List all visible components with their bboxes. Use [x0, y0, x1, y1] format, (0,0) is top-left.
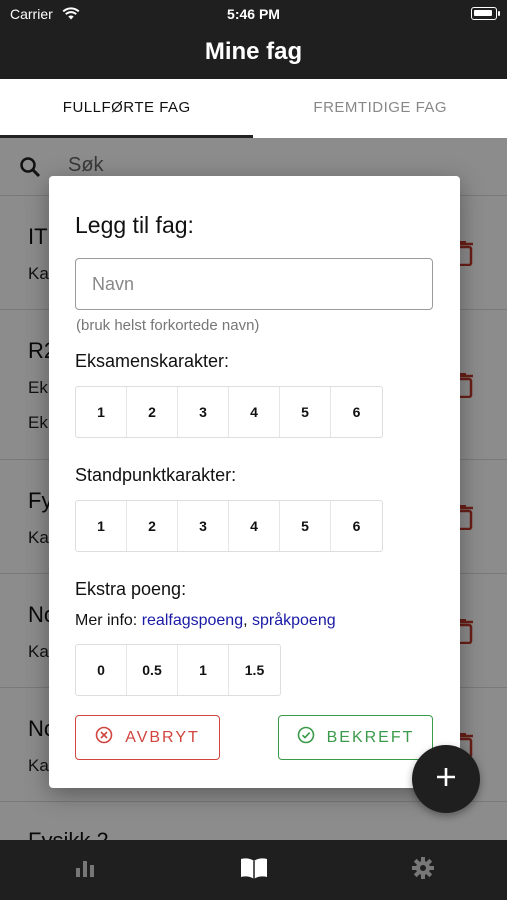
more-info: Mer info: realfagspoeng, språkpoeng [75, 612, 336, 630]
extra-points-option[interactable]: 0 [76, 645, 127, 695]
standpoint-grade-option[interactable]: 2 [127, 501, 178, 551]
name-input[interactable]: Navn [75, 258, 433, 310]
confirm-label: BEKREFT [326, 728, 415, 746]
status-bar: Carrier 5:46 PM [0, 6, 507, 24]
app-header: Carrier 5:46 PM Mine fag [0, 0, 507, 79]
confirm-button[interactable]: BEKREFT [278, 715, 433, 760]
tab-completed[interactable]: FULLFØRTE FAG [0, 79, 254, 138]
standpoint-grade-option[interactable]: 1 [76, 501, 127, 551]
extra-points-label: Ekstra poeng: [75, 579, 187, 599]
standpoint-grade-label: Standpunktkarakter: [75, 465, 237, 485]
extra-points-option[interactable]: 1 [178, 645, 229, 695]
tab-future[interactable]: FREMTIDIGE FAG [254, 79, 507, 138]
exam-grade-selector: 1 2 3 4 5 6 [75, 386, 383, 438]
standpoint-grade-option[interactable]: 6 [331, 501, 382, 551]
nav-subjects[interactable] [169, 840, 338, 900]
page-title: Mine fag [204, 38, 303, 65]
standpoint-grade-option[interactable]: 3 [178, 501, 229, 551]
more-info-prefix: Mer info: [75, 612, 142, 629]
nav-settings[interactable] [338, 840, 507, 900]
standpoint-grade-selector: 1 2 3 4 5 6 [75, 500, 383, 552]
dialog-title: Legg til fag: [75, 212, 194, 238]
exam-grade-option[interactable]: 4 [229, 387, 280, 437]
info-separator: , [243, 612, 252, 629]
add-subject-dialog: Legg til fag: Navn (bruk helst forkorted… [49, 176, 460, 788]
exam-grade-option[interactable]: 3 [178, 387, 229, 437]
plus-icon [435, 766, 457, 793]
standpoint-grade-option[interactable]: 5 [280, 501, 331, 551]
nav-stats[interactable] [0, 840, 169, 900]
cancel-circle-icon [95, 726, 125, 749]
open-book-icon [239, 856, 269, 885]
add-subject-fab[interactable] [412, 745, 480, 813]
cancel-label: AVBRYT [125, 728, 200, 746]
exam-grade-option[interactable]: 1 [76, 387, 127, 437]
bar-chart-icon [74, 858, 96, 883]
exam-grade-option[interactable]: 6 [331, 387, 382, 437]
tab-bar: FULLFØRTE FAG FREMTIDIGE FAG [0, 79, 507, 138]
exam-grade-option[interactable]: 5 [280, 387, 331, 437]
check-circle-icon [297, 726, 327, 749]
battery-icon [471, 7, 500, 20]
sprakpoeng-link[interactable]: språkpoeng [252, 612, 336, 629]
extra-points-selector: 0 0.5 1 1.5 [75, 644, 281, 696]
realfagspoeng-link[interactable]: realfagspoeng [142, 612, 243, 629]
exam-grade-label: Eksamenskarakter: [75, 351, 230, 371]
name-hint: (bruk helst forkortede navn) [76, 317, 260, 334]
extra-points-option[interactable]: 0.5 [127, 645, 178, 695]
extra-points-option[interactable]: 1.5 [229, 645, 280, 695]
bottom-nav [0, 840, 507, 900]
exam-grade-option[interactable]: 2 [127, 387, 178, 437]
status-time: 5:46 PM [227, 6, 280, 22]
standpoint-grade-option[interactable]: 4 [229, 501, 280, 551]
gear-icon [411, 856, 435, 885]
cancel-button[interactable]: AVBRYT [75, 715, 220, 760]
